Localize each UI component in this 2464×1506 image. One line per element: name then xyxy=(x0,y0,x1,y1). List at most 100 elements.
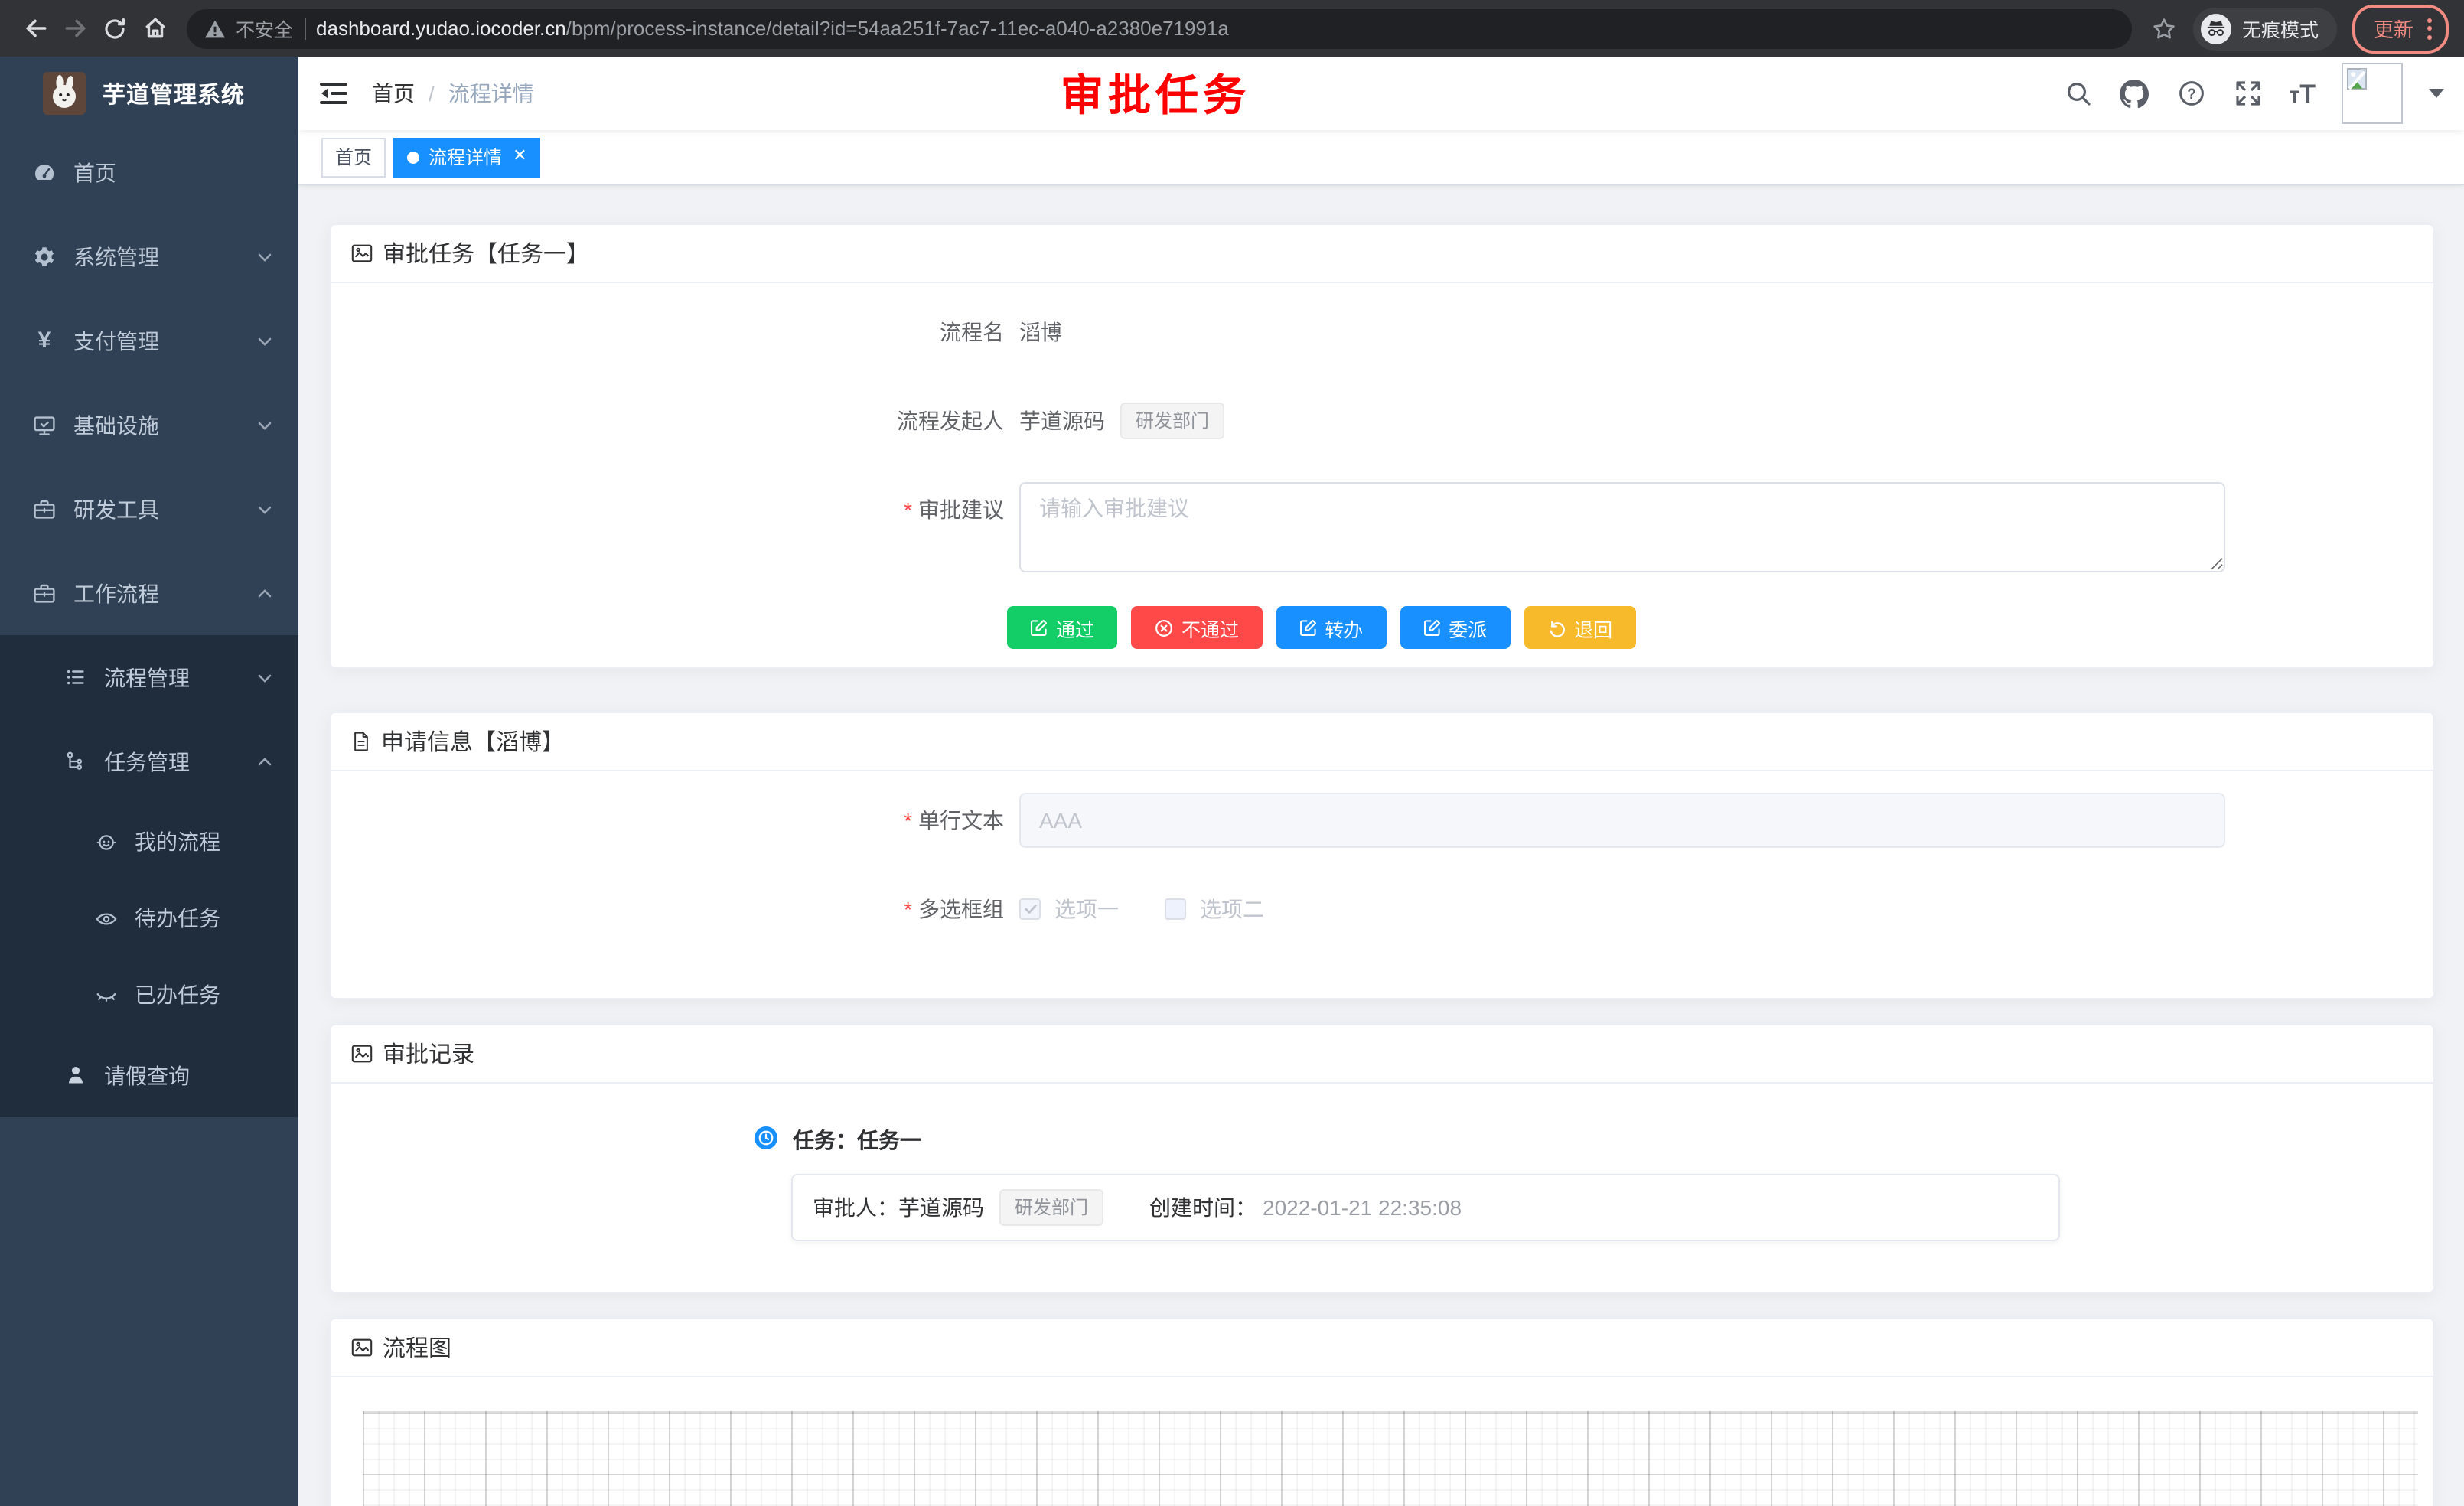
url-bar[interactable]: 不安全 dashboard.yudao.iocoder.cn/bpm/proce… xyxy=(187,8,2132,48)
dept-tag: 研发部门 xyxy=(999,1189,1103,1226)
sidebar-item-label: 基础设施 xyxy=(73,409,256,440)
breadcrumb: 首页 / 流程详情 xyxy=(372,78,534,109)
help-icon[interactable]: ? xyxy=(2176,78,2207,109)
sidebar-item-leave-query[interactable]: 请假查询 xyxy=(0,1033,298,1117)
edit-icon xyxy=(1423,618,1441,637)
sidebar-item-infra[interactable]: 基础设施 xyxy=(0,383,298,467)
card-body xyxy=(331,1377,2433,1506)
delegate-button[interactable]: 委派 xyxy=(1400,606,1510,649)
sidebar-item-done-tasks[interactable]: 已办任务 xyxy=(0,957,298,1033)
reload-icon[interactable] xyxy=(95,8,135,48)
card-title: 审批任务【任务一】 xyxy=(383,237,589,269)
page-content: 审批任务【任务一】 流程名 滔博 流程发起人 芋道源码 研发部门 xyxy=(298,185,2464,1506)
forward-icon[interactable] xyxy=(55,8,95,48)
apply-info-card: 申请信息【滔博】 *单行文本 *多选框组 xyxy=(329,712,2435,999)
chevron-down-icon xyxy=(256,247,274,266)
edit-icon xyxy=(1030,618,1048,637)
approver-value: 芋道源码 xyxy=(898,1192,984,1223)
form-row-suggestion: *审批建议 xyxy=(331,482,2433,572)
sidebar-item-todo-tasks[interactable]: 待办任务 xyxy=(0,880,298,957)
briefcase-icon xyxy=(32,581,57,605)
eye-open-icon xyxy=(93,906,118,931)
sidebar-item-devtools[interactable]: 研发工具 xyxy=(0,467,298,551)
sidebar-item-label: 任务管理 xyxy=(104,746,256,777)
form-row-initiator: 流程发起人 芋道源码 研发部门 xyxy=(331,393,2433,448)
navbar: 首页 / 流程详情 审批任务 ? TT xyxy=(298,57,2464,130)
sidebar-item-my-process[interactable]: 我的流程 xyxy=(0,804,298,880)
bookmark-star-icon[interactable] xyxy=(2144,8,2184,48)
browser-toolbar: 不安全 dashboard.yudao.iocoder.cn/bpm/proce… xyxy=(0,0,2464,57)
card-header: 审批记录 xyxy=(331,1025,2433,1084)
sidebar-collapse-icon[interactable] xyxy=(318,78,349,109)
tag-close-icon[interactable]: ✕ xyxy=(513,148,526,165)
sidebar-item-system[interactable]: 系统管理 xyxy=(0,214,298,298)
tree-icon xyxy=(63,749,87,774)
list-icon xyxy=(63,665,87,689)
tags-view-bar: 首页 流程详情 ✕ xyxy=(298,130,2464,185)
checkbox-option2[interactable]: 选项二 xyxy=(1165,894,1264,924)
field-label: 流程名 xyxy=(331,305,1019,360)
transfer-button[interactable]: 转办 xyxy=(1276,606,1386,649)
sidebar-logo[interactable]: 芋道管理系统 xyxy=(0,57,298,130)
security-warning-icon[interactable] xyxy=(205,19,225,37)
sidebar-item-workflow[interactable]: 工作流程 xyxy=(0,551,298,635)
chevron-down-icon xyxy=(256,500,274,518)
sidebar-item-label: 我的流程 xyxy=(135,826,274,857)
chevron-down-icon xyxy=(256,416,274,434)
initiator-value: 芋道源码 研发部门 xyxy=(1019,393,1224,448)
monitor-icon xyxy=(32,412,57,437)
edit-icon xyxy=(1299,618,1317,637)
approval-record-card: 审批记录 任务：任务一 审批人： 芋道源码 研发部门 创建时间： 2022-01… xyxy=(329,1024,2435,1293)
card-header: 审批任务【任务一】 xyxy=(331,225,2433,283)
sidebar-item-process-mgmt[interactable]: 流程管理 xyxy=(0,635,298,719)
svg-text:?: ? xyxy=(2187,86,2196,103)
browser-menu-icon[interactable] xyxy=(2427,18,2432,39)
sidebar-item-label: 请假查询 xyxy=(104,1060,274,1090)
sidebar-item-task-mgmt[interactable]: 任务管理 xyxy=(0,719,298,804)
incognito-label: 无痕模式 xyxy=(2242,14,2319,43)
app-title: 芋道管理系统 xyxy=(103,77,245,109)
breadcrumb-separator: / xyxy=(429,81,435,106)
active-tag-dot xyxy=(407,151,419,163)
single-line-text-input[interactable] xyxy=(1019,793,2225,848)
breadcrumb-home[interactable]: 首页 xyxy=(372,78,415,109)
reject-button[interactable]: 不通过 xyxy=(1131,606,1262,649)
main-area: 首页 / 流程详情 审批任务 ? TT xyxy=(298,57,2464,1506)
browser-update-button[interactable]: 更新 xyxy=(2352,4,2449,53)
tag-home[interactable]: 首页 xyxy=(321,137,386,177)
search-icon[interactable] xyxy=(2063,78,2094,109)
github-icon[interactable] xyxy=(2120,78,2150,109)
record-detail-panel: 审批人： 芋道源码 研发部门 创建时间： 2022-01-21 22:35:08 xyxy=(791,1174,2060,1241)
process-diagram-card: 流程图 xyxy=(329,1318,2435,1506)
form-row-checkbox: *多选框组 选项一 选项二 xyxy=(331,882,2433,937)
sidebar-item-label: 研发工具 xyxy=(73,494,256,524)
document-icon xyxy=(350,730,372,753)
sidebar-item-label: 待办任务 xyxy=(135,903,274,934)
suggestion-textarea[interactable] xyxy=(1019,482,2225,572)
tag-process-detail[interactable]: 流程详情 ✕ xyxy=(393,137,540,177)
sidebar-item-label: 已办任务 xyxy=(135,980,274,1010)
incognito-badge: 无痕模式 xyxy=(2193,7,2337,50)
approval-task-card: 审批任务【任务一】 流程名 滔博 流程发起人 芋道源码 研发部门 xyxy=(329,223,2435,669)
back-icon[interactable] xyxy=(15,8,55,48)
fullscreen-icon[interactable] xyxy=(2233,78,2264,109)
chevron-up-icon xyxy=(256,752,274,771)
process-name-value: 滔博 xyxy=(1019,305,1062,360)
font-size-icon[interactable]: TT xyxy=(2290,80,2316,106)
sidebar-item-payment[interactable]: ¥ 支付管理 xyxy=(0,298,298,383)
sidebar-item-home[interactable]: 首页 xyxy=(0,130,298,214)
checkbox-option1[interactable]: 选项一 xyxy=(1019,894,1119,924)
breadcrumb-current: 流程详情 xyxy=(448,78,534,109)
avatar-caret-icon[interactable] xyxy=(2429,89,2444,98)
chevron-down-icon xyxy=(256,668,274,686)
annotation-overlay: 审批任务 xyxy=(1061,63,1250,124)
sidebar: 芋道管理系统 首页 系统管理 ¥ 支付管理 基础设施 xyxy=(0,57,298,1506)
bpmn-canvas-grid[interactable] xyxy=(363,1411,2418,1506)
approve-button[interactable]: 通过 xyxy=(1007,606,1117,649)
home-icon[interactable] xyxy=(135,8,174,48)
update-label: 更新 xyxy=(2374,14,2413,43)
url-text: dashboard.yudao.iocoder.cn/bpm/process-i… xyxy=(316,17,1229,40)
screen: 不安全 dashboard.yudao.iocoder.cn/bpm/proce… xyxy=(0,0,2464,1506)
return-button[interactable]: 退回 xyxy=(1524,606,1635,649)
avatar[interactable] xyxy=(2342,63,2403,124)
